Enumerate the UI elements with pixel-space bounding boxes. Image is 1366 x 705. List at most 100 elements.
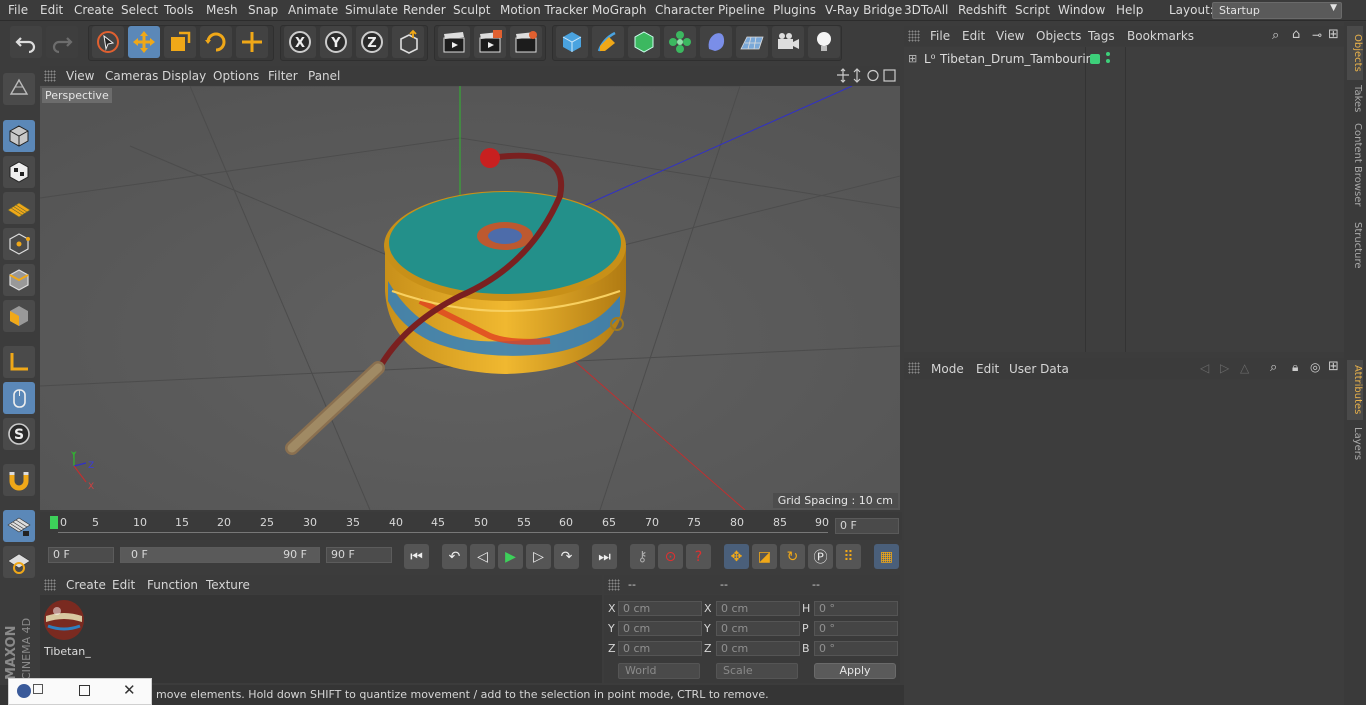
cloner-button[interactable] xyxy=(664,26,696,58)
attributes-menu-mode[interactable]: Mode xyxy=(931,362,964,376)
keyframe-selection-button[interactable]: ? xyxy=(686,544,711,569)
forward-arrow-icon[interactable]: ▷ xyxy=(1220,361,1229,375)
layout-dropdown[interactable]: Startup ▼ xyxy=(1212,2,1342,19)
y-axis-button[interactable]: Y xyxy=(320,26,352,58)
pen-spline-button[interactable] xyxy=(592,26,624,58)
points-mode-button[interactable] xyxy=(3,228,35,260)
tab-layers[interactable]: Layers xyxy=(1347,424,1363,464)
attributes-menu-user-data[interactable]: User Data xyxy=(1009,362,1069,376)
up-arrow-icon[interactable]: △ xyxy=(1240,361,1249,375)
snap-button[interactable]: S xyxy=(3,418,35,450)
next-key-button[interactable]: ↷ xyxy=(554,544,579,569)
restore-icon[interactable] xyxy=(33,684,43,694)
menu-3dtoall[interactable]: 3DToAll xyxy=(904,3,948,17)
size-x-field[interactable]: 0 cm xyxy=(716,601,800,616)
position-z-field[interactable]: 0 cm xyxy=(618,641,702,656)
cube-button[interactable] xyxy=(556,26,588,58)
material-menu-create[interactable]: Create xyxy=(66,578,106,592)
material-item[interactable]: Tibetan_ xyxy=(42,598,91,658)
viewport-menu-panel[interactable]: Panel xyxy=(308,69,340,83)
tab-attributes[interactable]: Attributes xyxy=(1347,360,1363,420)
objects-menu-objects[interactable]: Objects xyxy=(1036,29,1081,43)
transform-tool-button[interactable] xyxy=(236,26,268,58)
objects-menu-edit[interactable]: Edit xyxy=(962,29,985,43)
rotation-h-field[interactable]: 0 ° xyxy=(814,601,898,616)
render-view-button[interactable] xyxy=(438,26,470,58)
current-frame-field[interactable]: 0 F xyxy=(835,518,899,534)
axis-mode-button[interactable] xyxy=(3,346,35,378)
expand-icon[interactable]: ⊞ xyxy=(908,52,917,65)
next-frame-button[interactable]: ▷ xyxy=(526,544,551,569)
menu-pipeline[interactable]: Pipeline xyxy=(718,3,765,17)
menu-mograph[interactable]: MoGraph xyxy=(592,3,647,17)
viewport-navigation-icons[interactable] xyxy=(836,68,898,83)
material-menu-edit[interactable]: Edit xyxy=(112,578,135,592)
viewport-menu-options[interactable]: Options xyxy=(213,69,259,83)
render-picture-viewer-button[interactable] xyxy=(474,26,506,58)
end-frame-field[interactable]: 90 F xyxy=(326,547,392,563)
menu-mesh[interactable]: Mesh xyxy=(206,3,238,17)
z-axis-button[interactable]: Z xyxy=(356,26,388,58)
previous-frame-button[interactable]: ◁ xyxy=(470,544,495,569)
menu-file[interactable]: File xyxy=(8,3,28,17)
viewport-menu-display[interactable]: Display xyxy=(162,69,206,83)
perspective-viewport[interactable]: Y Z X Perspective Grid Spacing : 10 cm xyxy=(40,86,900,510)
scale-tool-button[interactable] xyxy=(164,26,196,58)
key-scale-button[interactable]: ◪ xyxy=(752,544,777,569)
menu-animate[interactable]: Animate xyxy=(288,3,338,17)
objects-menu-tags[interactable]: Tags xyxy=(1088,29,1115,43)
position-y-field[interactable]: 0 cm xyxy=(618,621,702,636)
floor-button[interactable] xyxy=(736,26,768,58)
coordinate-mode-dropdown[interactable]: World xyxy=(618,663,700,679)
previous-key-button[interactable]: ↶ xyxy=(442,544,467,569)
workplane-lock-button[interactable] xyxy=(3,510,35,542)
workplane-mode-button[interactable] xyxy=(3,192,35,224)
menu-select[interactable]: Select xyxy=(121,3,158,17)
new-panel-icon[interactable]: ⊞ xyxy=(1328,27,1339,42)
timeline-playhead[interactable] xyxy=(50,516,58,529)
render-visibility-icon[interactable] xyxy=(1106,59,1110,63)
coordinate-system-button[interactable] xyxy=(392,26,424,58)
viewport-camera-label[interactable]: Perspective xyxy=(42,88,112,103)
rotation-p-field[interactable]: 0 ° xyxy=(814,621,898,636)
timeline-window-button[interactable]: ▦ xyxy=(874,544,899,569)
size-y-field[interactable]: 0 cm xyxy=(716,621,800,636)
object-name[interactable]: Tibetan_Drum_Tambourine xyxy=(940,52,1101,66)
tibetan-drum-model[interactable] xyxy=(384,191,626,374)
tweak-mode-button[interactable] xyxy=(3,382,35,414)
go-to-start-button[interactable]: ⏮ xyxy=(404,544,429,569)
material-menu-texture[interactable]: Texture xyxy=(206,578,250,592)
position-x-field[interactable]: 0 cm xyxy=(618,601,702,616)
menu-redshift[interactable]: Redshift xyxy=(958,3,1007,17)
menu-script[interactable]: Script xyxy=(1015,3,1050,17)
target-icon[interactable]: ◎ xyxy=(1310,360,1320,374)
timeline-ruler[interactable]: 0 5 10 15 20 25 30 35 40 45 50 55 60 65 … xyxy=(40,512,902,540)
play-button[interactable]: ▶ xyxy=(498,544,523,569)
key-rotation-button[interactable]: ↻ xyxy=(780,544,805,569)
key-position-button[interactable]: ✥ xyxy=(724,544,749,569)
apply-button[interactable]: Apply xyxy=(814,663,896,679)
autokey-button[interactable]: ⊙ xyxy=(658,544,683,569)
rotation-b-field[interactable]: 0 ° xyxy=(814,641,898,656)
menu-create[interactable]: Create xyxy=(74,3,114,17)
attributes-menu-edit[interactable]: Edit xyxy=(976,362,999,376)
deformer-button[interactable] xyxy=(700,26,732,58)
menu-motion-tracker[interactable]: Motion Tracker xyxy=(500,3,588,17)
move-tool-button[interactable] xyxy=(128,26,160,58)
layer-color-icon[interactable] xyxy=(1090,54,1100,64)
maximize-icon[interactable] xyxy=(79,685,90,696)
make-editable-button[interactable] xyxy=(3,73,35,105)
menu-window[interactable]: Window xyxy=(1058,3,1105,17)
size-mode-dropdown[interactable]: Scale xyxy=(716,663,798,679)
texture-mode-button[interactable] xyxy=(3,156,35,188)
subdivision-button[interactable] xyxy=(628,26,660,58)
editor-visibility-icon[interactable] xyxy=(1106,52,1110,56)
menu-render[interactable]: Render xyxy=(403,3,446,17)
tab-objects[interactable]: Objects xyxy=(1347,26,1363,80)
link-icon[interactable]: ⊸ xyxy=(1312,28,1322,42)
viewport-menu-filter[interactable]: Filter xyxy=(268,69,298,83)
home-icon[interactable]: ⌂ xyxy=(1292,27,1300,42)
viewport-menu-cameras[interactable]: Cameras xyxy=(105,69,158,83)
polygons-mode-button[interactable] xyxy=(3,300,35,332)
render-settings-button[interactable] xyxy=(510,26,542,58)
